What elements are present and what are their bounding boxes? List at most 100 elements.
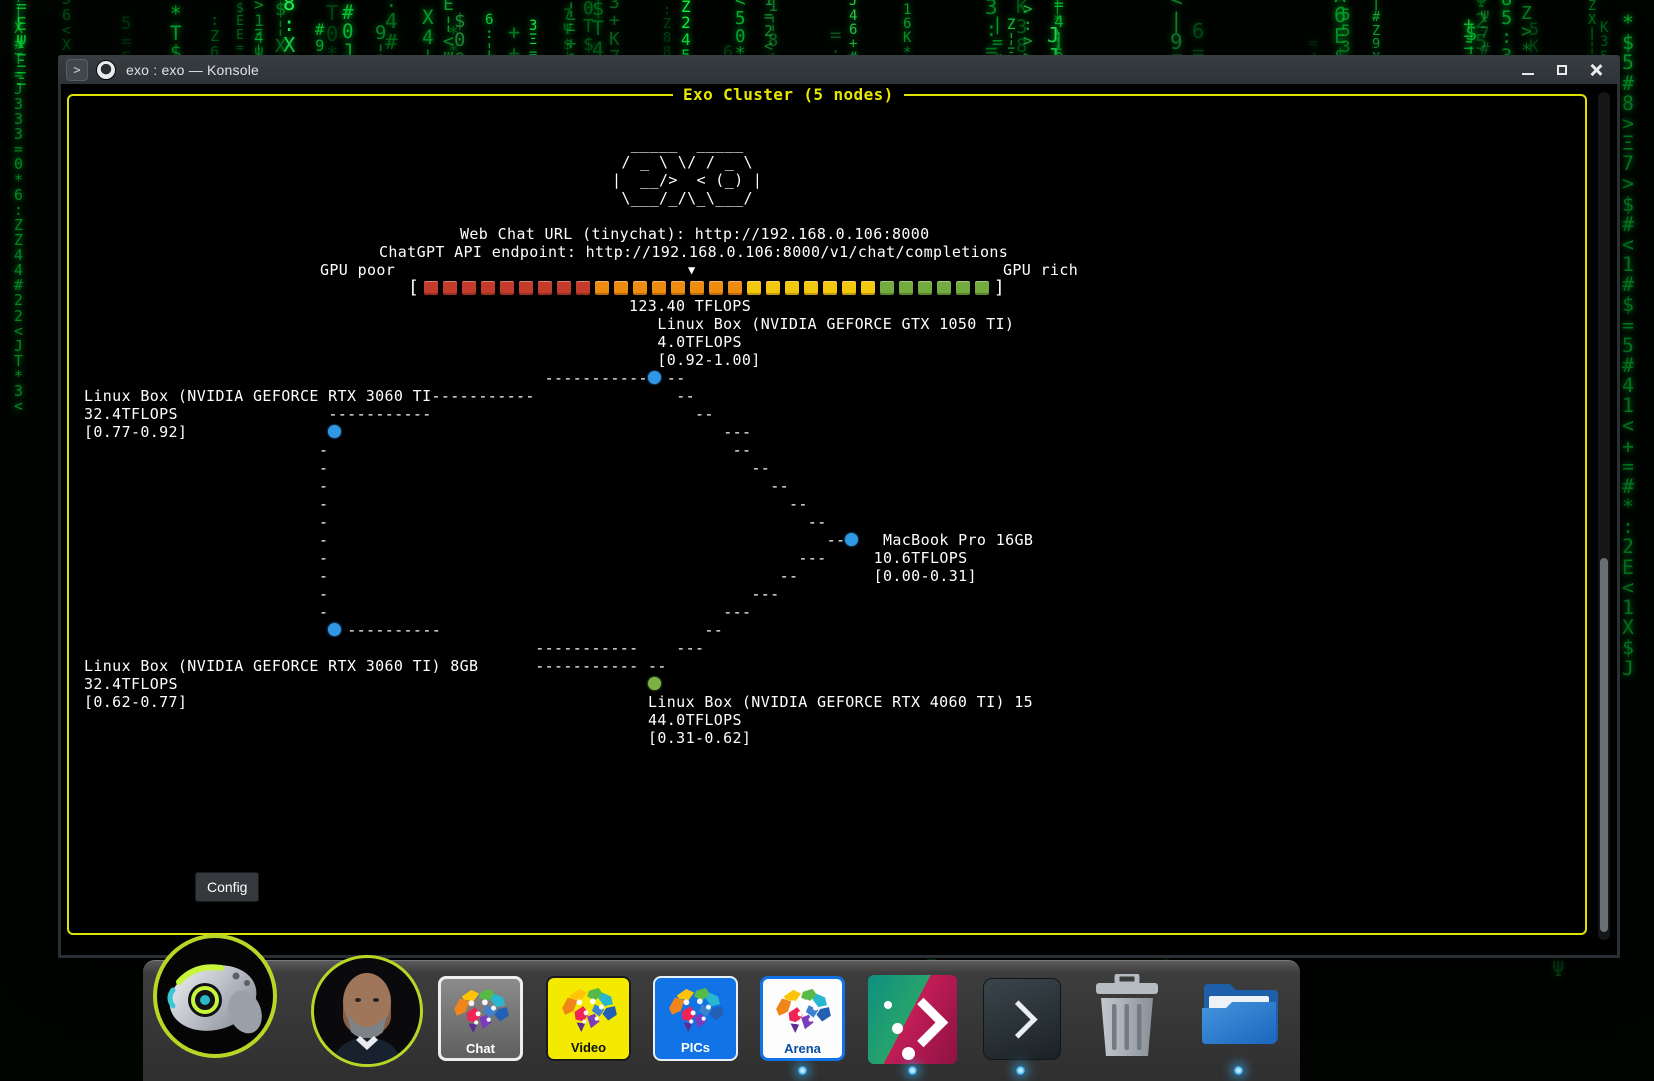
bar-block <box>690 281 704 295</box>
tree-text: - <box>319 459 328 477</box>
bar-block <box>614 281 628 295</box>
node-dot-green <box>648 677 661 690</box>
dock-item-trash[interactable] <box>1093 974 1161 1063</box>
terminal-prompt-icon <box>999 1000 1037 1038</box>
dot-decoration <box>892 1023 903 1034</box>
terminal-scrollbar[interactable] <box>1598 92 1610 940</box>
konsole-window: > exo : exo — Konsole Exo Cluster (5 nod… <box>58 55 1620 958</box>
tree-text: - <box>319 585 328 603</box>
bar-open-bracket: [ <box>408 277 419 298</box>
person-face-icon <box>314 958 420 1064</box>
brain-logo-icon <box>665 985 727 1038</box>
bar-block <box>557 281 571 295</box>
brain-logo-icon <box>558 985 620 1038</box>
bar-block <box>937 281 951 295</box>
minimize-button[interactable] <box>1516 60 1540 80</box>
tree-text: -- <box>676 387 695 405</box>
robot-face-icon <box>157 938 273 1054</box>
robot-avatar[interactable] <box>153 934 277 1058</box>
gpu-poor-label: GPU poor <box>320 261 395 279</box>
tree-text: Linux Box (NVIDIA GEFORCE GTX 1050 TI) <box>657 315 1014 333</box>
window-titlebar[interactable]: > exo : exo — Konsole <box>58 55 1620 84</box>
tree-text: - <box>319 567 328 585</box>
tree-text: Linux Box (NVIDIA GEFORCE RTX 3060 TI) 8… <box>84 657 478 675</box>
dock-item-arena-label: Arena <box>784 1041 821 1056</box>
dock-item-folder[interactable] <box>1200 978 1278 1049</box>
bar-block <box>576 281 590 295</box>
matrix-column: | 5 6 < X <box>62 0 71 54</box>
bar-block <box>975 281 989 295</box>
web-chat-url: Web Chat URL (tinychat): http://192.168.… <box>460 225 930 243</box>
bar-block <box>709 281 723 295</box>
dock-item-app-teal[interactable] <box>868 975 957 1064</box>
dot-decoration <box>902 1047 915 1060</box>
tree-text: 4.0TFLOPS <box>657 333 742 351</box>
tree-text: -- <box>704 621 723 639</box>
tree-text: [0.62-0.77] <box>84 693 187 711</box>
scrollbar-thumb[interactable] <box>1600 558 1608 931</box>
bar-block <box>823 281 837 295</box>
tree-text: --- <box>723 603 751 621</box>
running-indicator-konsole <box>1016 1066 1025 1075</box>
tree-text: 44.0TFLOPS <box>648 711 742 729</box>
tree-text: - <box>319 477 328 495</box>
bar-block <box>671 281 685 295</box>
tree-text: -- <box>827 531 846 549</box>
konsole-app-icon <box>96 60 116 80</box>
config-button[interactable]: Config <box>195 872 259 902</box>
cluster-frame-title: Exo Cluster (5 nodes) <box>673 85 904 104</box>
chevron-right-icon <box>899 998 948 1047</box>
tree-text: -- <box>770 477 789 495</box>
dock-item-video-label: Video <box>571 1040 606 1055</box>
tree-text: -- <box>808 513 827 531</box>
bar-block <box>861 281 875 295</box>
tree-text: ----------- <box>535 657 638 675</box>
cluster-frame: Exo Cluster (5 nodes) <box>67 94 1587 935</box>
dock-item-chat[interactable]: Chat <box>438 976 523 1061</box>
tree-text: -- <box>789 495 808 513</box>
close-icon <box>1590 64 1602 76</box>
bar-block <box>785 281 799 295</box>
exo-ascii-logo: _____ _____ / _ \ \/ / _ \ | __/> < (_) … <box>612 135 762 207</box>
bar-close-bracket: ] <box>994 277 1005 298</box>
dock-item-pics[interactable]: PICs <box>653 976 738 1061</box>
tree-text: --- <box>676 639 704 657</box>
tree-text: 32.4TFLOPS <box>84 675 178 693</box>
tree-text: [0.00-0.31] <box>874 567 977 585</box>
bar-block <box>804 281 818 295</box>
tree-text: -- <box>648 657 667 675</box>
tree-text: - <box>319 495 328 513</box>
tree-text: ---------- <box>347 621 441 639</box>
tree-text: - <box>319 441 328 459</box>
gpu-rich-label: GPU rich <box>1003 261 1078 279</box>
tree-text: [0.77-0.92] <box>84 423 187 441</box>
tree-text: -- <box>751 459 770 477</box>
tree-text: - <box>319 549 328 567</box>
person-avatar[interactable] <box>311 955 423 1067</box>
dock-item-arena[interactable]: Arena <box>760 976 845 1061</box>
tree-text: - <box>319 531 328 549</box>
bar-block <box>500 281 514 295</box>
maximize-button[interactable] <box>1550 60 1574 80</box>
total-tflops: 123.40 TFLOPS <box>629 297 751 315</box>
tree-text: - <box>319 513 328 531</box>
maximize-icon <box>1557 65 1567 75</box>
tree-text: [0.92-1.00] <box>657 351 760 369</box>
folder-icon <box>1200 978 1278 1044</box>
bar-block <box>633 281 647 295</box>
tree-text: --- <box>751 585 779 603</box>
dock-item-konsole[interactable] <box>983 978 1061 1060</box>
terminal-tab-icon: > <box>66 59 88 81</box>
close-button[interactable] <box>1584 60 1608 80</box>
bar-block <box>519 281 533 295</box>
bar-blocks <box>424 281 989 295</box>
tree-text: ----------- <box>328 405 431 423</box>
running-indicator-folder <box>1234 1066 1243 1075</box>
bar-block <box>462 281 476 295</box>
tree-text: Linux Box (NVIDIA GEFORCE RTX 4060 TI) 1… <box>648 693 1033 711</box>
tree-text: ----------- <box>545 369 648 387</box>
bar-block <box>481 281 495 295</box>
dock-item-video[interactable]: Video <box>546 976 631 1061</box>
gpu-gradient-bar: [ ] <box>408 277 1005 298</box>
tree-text: 32.4TFLOPS <box>84 405 178 423</box>
